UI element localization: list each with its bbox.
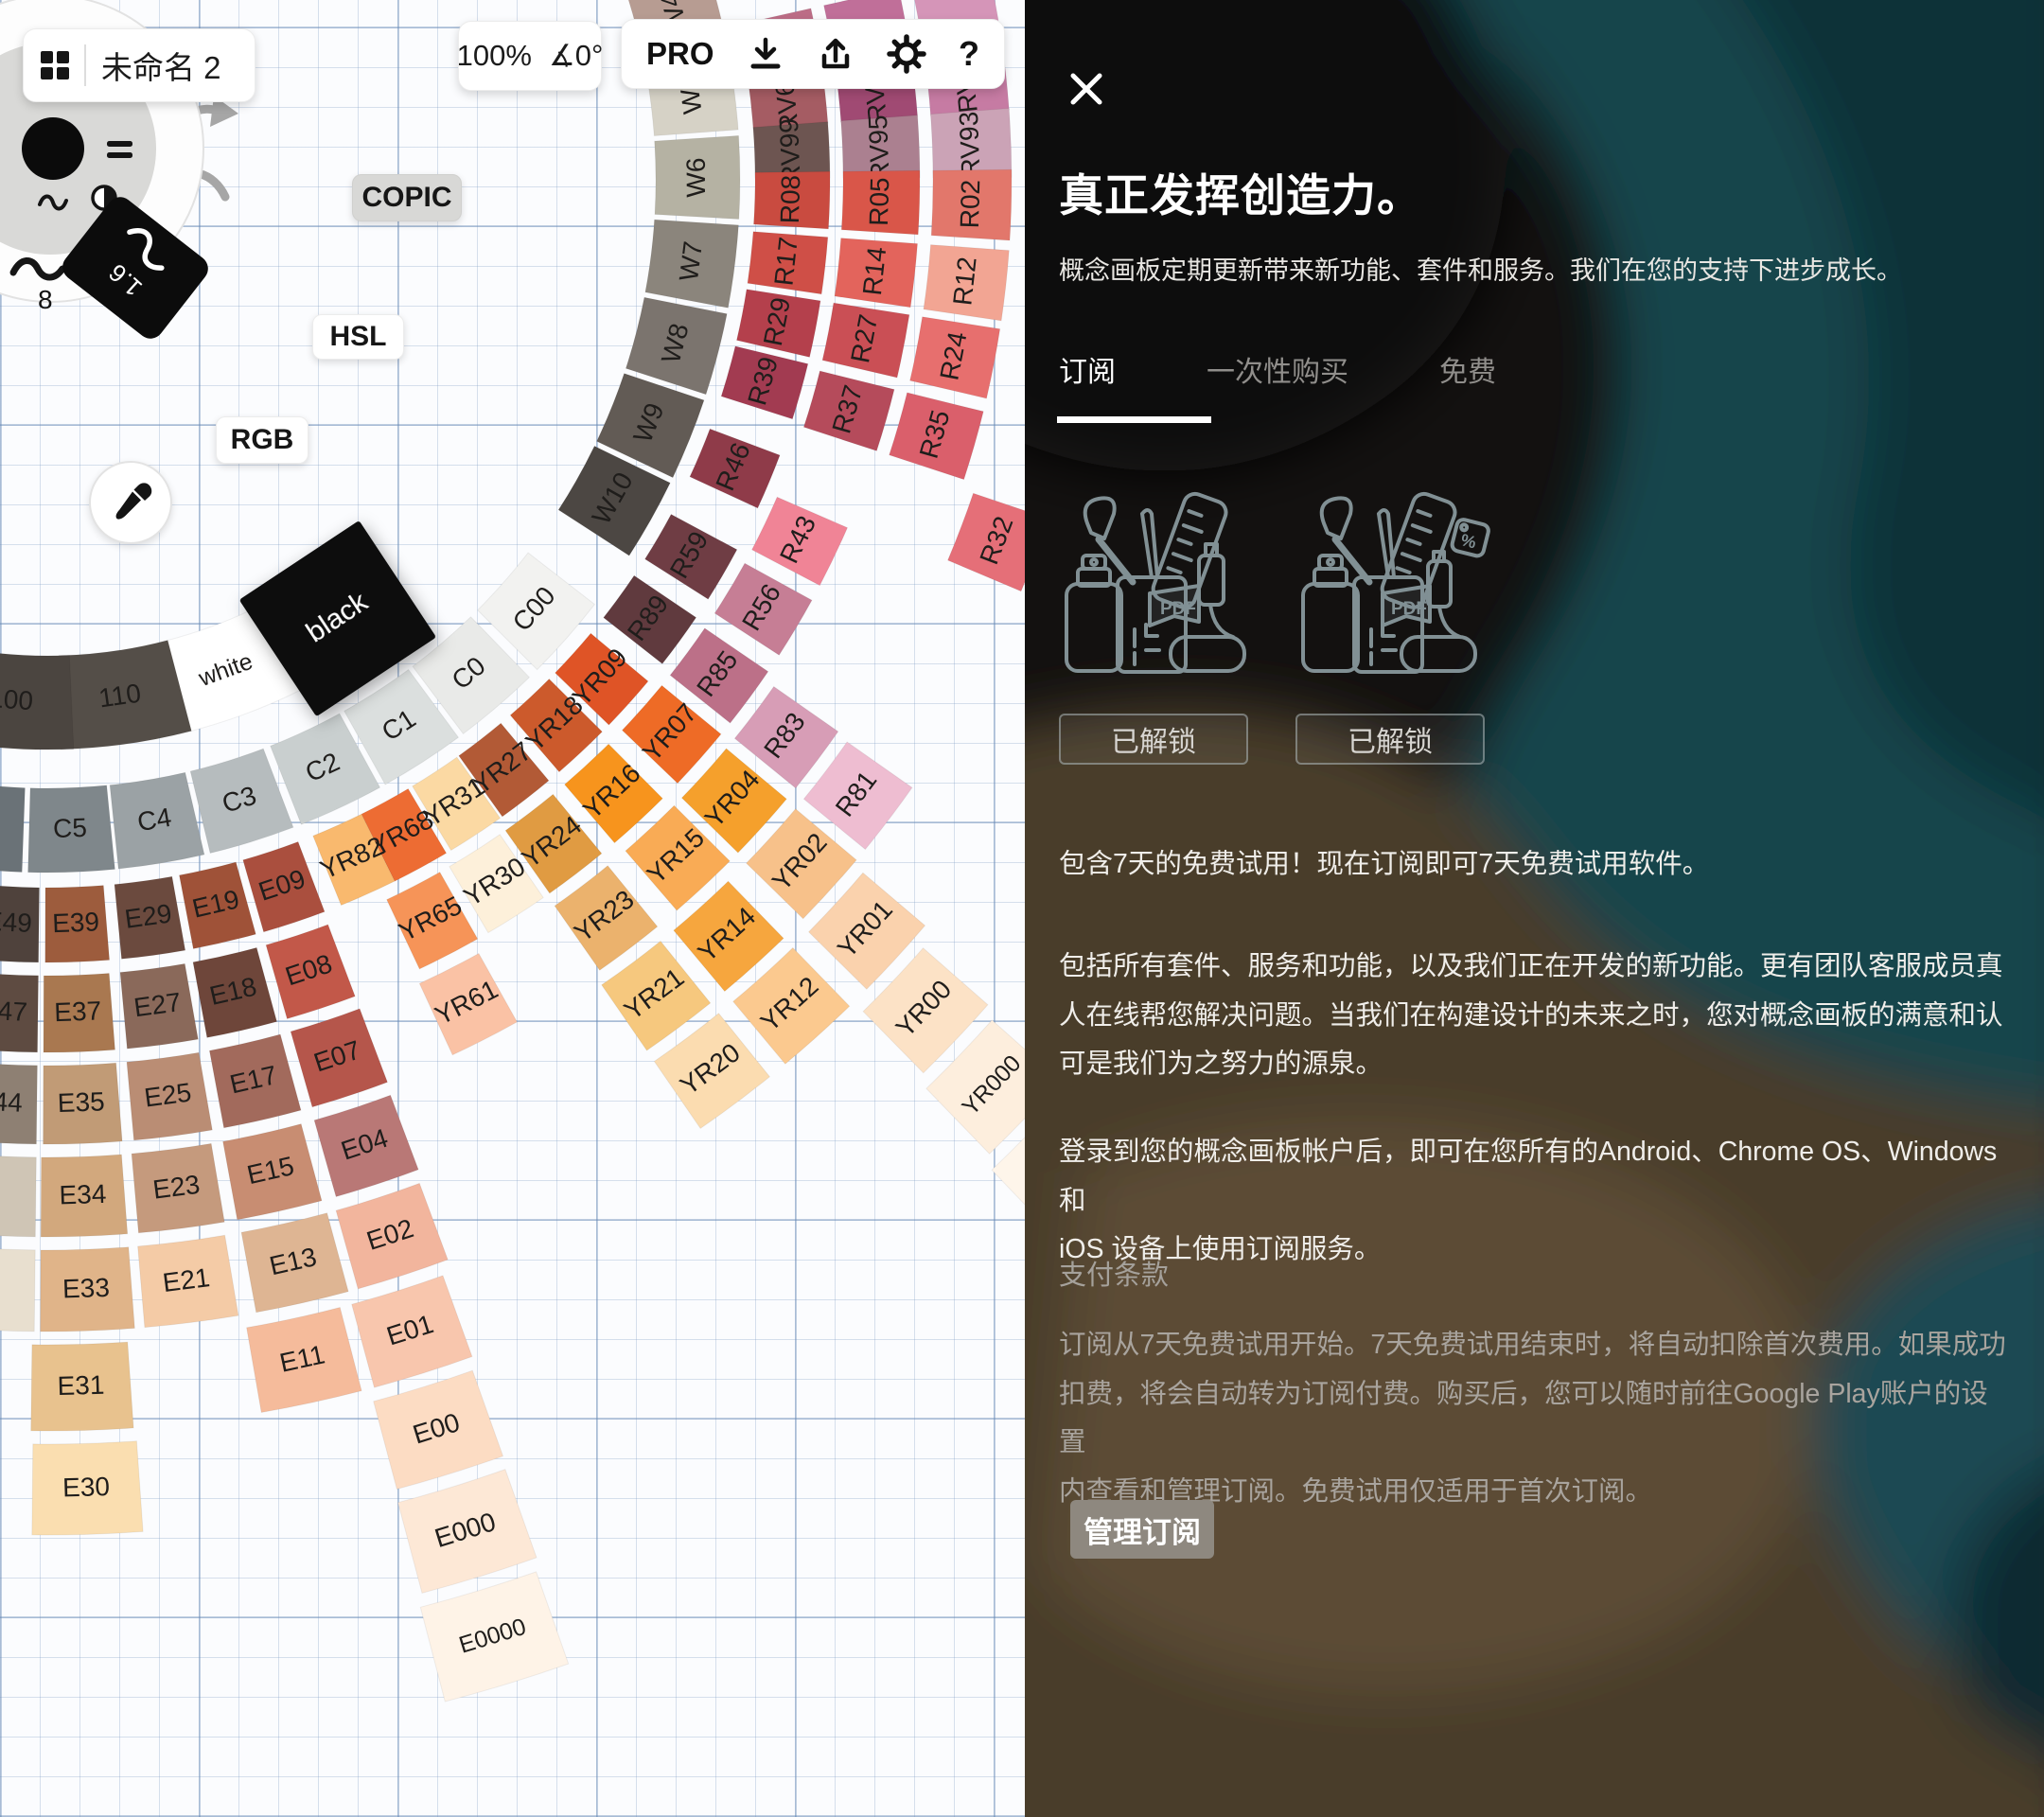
devices-paragraph: 登录到您的概念画板帐户后，即可在您所有的Android、Chrome OS、Wi… bbox=[1059, 1128, 2015, 1275]
mode-copic-button[interactable]: COPIC bbox=[352, 174, 462, 221]
copic-swatch-label: R02 bbox=[955, 179, 985, 228]
unlocked-button-1[interactable]: 已解锁 bbox=[1059, 714, 1248, 765]
copic-swatch-label: E34 bbox=[59, 1179, 107, 1210]
gear-icon bbox=[887, 34, 926, 74]
concepts-app: W4W5W6W7W8W9W10C00C0C1C2C3C4C5white11010… bbox=[0, 0, 2044, 1817]
document-menu[interactable]: 未命名 2 bbox=[23, 28, 256, 102]
svg-text:%: % bbox=[1459, 530, 1478, 552]
document-title[interactable]: 未命名 2 bbox=[101, 43, 221, 88]
svg-text:PDF: PDF bbox=[1160, 599, 1196, 619]
copic-swatch-label: E37 bbox=[54, 996, 102, 1027]
copic-swatch-label: R17 bbox=[768, 236, 802, 287]
copic-swatch-label: E44 bbox=[0, 1085, 24, 1118]
copic-swatch-label: E49 bbox=[0, 907, 33, 939]
payment-terms-heading: 支付条款 bbox=[1059, 1253, 1169, 1293]
copic-swatch-label: E30 bbox=[62, 1472, 111, 1502]
svg-text:PDF: PDF bbox=[1391, 599, 1427, 619]
trial-paragraph: 包含7天的免费试用！现在订阅即可7天免费试用软件。 bbox=[1059, 840, 2015, 890]
product-row: PDF 已解锁 bbox=[1059, 487, 1494, 765]
copic-swatch-label: R08 bbox=[775, 174, 805, 223]
settings-button[interactable] bbox=[887, 34, 926, 74]
close-icon bbox=[1066, 68, 1107, 110]
canvas-pane[interactable]: W4W5W6W7W8W9W10C00C0C1C2C3C4C5white11010… bbox=[0, 0, 1025, 1817]
copic-swatch-label: RV93 bbox=[954, 111, 986, 178]
tab-one-time-purchase[interactable]: 一次性购买 bbox=[1207, 348, 1348, 390]
copic-swatch-label: 110 bbox=[97, 679, 143, 714]
discount-tag-icon: % bbox=[1451, 519, 1489, 557]
copic-swatch-partial[interactable] bbox=[0, 1154, 36, 1237]
copic-swatch-label: 100 bbox=[0, 683, 34, 715]
eyedropper-icon bbox=[107, 479, 154, 526]
copic-swatch-label: E23 bbox=[151, 1170, 202, 1205]
copic-swatch-label: E39 bbox=[52, 907, 100, 938]
copic-swatch-label: E31 bbox=[57, 1370, 105, 1401]
copic-swatch-label: W7 bbox=[674, 239, 708, 283]
art-supplies-icon: PDF bbox=[1059, 487, 1258, 700]
copic-swatch-label: E47 bbox=[0, 995, 28, 1027]
share-icon bbox=[817, 35, 855, 73]
copic-swatch-label: R14 bbox=[857, 245, 891, 296]
copic-swatch-label: R05 bbox=[864, 177, 894, 226]
copic-swatch-label: W6 bbox=[681, 158, 711, 198]
download-icon bbox=[747, 35, 784, 73]
gallery-icon[interactable] bbox=[41, 51, 69, 79]
copic-swatch-label: R12 bbox=[947, 256, 981, 307]
tab-free[interactable]: 免费 bbox=[1439, 348, 1496, 390]
payment-terms-text: 订阅从7天免费试用开始。7天免费试用结束时，将自动扣除首次费用。如果成功 扣费，… bbox=[1059, 1321, 2015, 1516]
copic-swatch-label: E25 bbox=[143, 1077, 193, 1112]
pro-badge[interactable]: PRO bbox=[646, 36, 714, 72]
eyedropper-button[interactable] bbox=[89, 461, 172, 544]
dialog-title: 真正发挥创造力。 bbox=[1059, 159, 1422, 224]
product-unlocked-1: PDF 已解锁 bbox=[1059, 487, 1258, 765]
zoom-level[interactable]: 100% bbox=[457, 39, 532, 73]
tool-size-label: 8 bbox=[38, 285, 53, 314]
tab-subscribe[interactable]: 订阅 bbox=[1059, 348, 1116, 390]
unlocked-button-2[interactable]: 已解锁 bbox=[1295, 714, 1485, 765]
mode-hsl-button[interactable]: HSL bbox=[312, 314, 404, 360]
current-color-dot[interactable] bbox=[22, 117, 84, 180]
copic-swatch-label: C5 bbox=[52, 813, 87, 843]
subscription-dialog: 真正发挥创造力。 概念画板定期更新带来新功能、套件和服务。我们在您的支持下进步成… bbox=[1025, 0, 2044, 1817]
copic-swatch-label: E33 bbox=[62, 1273, 110, 1304]
plan-tabs: 订阅 一次性购买 免费 bbox=[1059, 348, 1587, 390]
main-toolbar: PRO bbox=[621, 19, 1005, 89]
copic-color-wheel: W4W5W6W7W8W9W10C00C0C1C2C3C4C5white11010… bbox=[0, 0, 1025, 1817]
copic-swatch-partial[interactable] bbox=[0, 1245, 35, 1332]
copic-swatch-label: E21 bbox=[161, 1262, 211, 1297]
features-paragraph: 包括所有套件、服务和功能，以及我们正在开发的新功能。更有团队客服成员真 人在线帮… bbox=[1059, 943, 2015, 1089]
divider bbox=[84, 44, 86, 86]
close-button[interactable] bbox=[1063, 66, 1110, 114]
import-button[interactable] bbox=[747, 35, 784, 73]
art-supplies-discount-icon: PDF % bbox=[1295, 487, 1494, 700]
dialog-subtitle: 概念画板定期更新带来新功能、套件和服务。我们在您的支持下进步成长。 bbox=[1059, 250, 2005, 287]
zoom-rotation-control[interactable]: 100% ∡0° bbox=[458, 21, 602, 91]
product-unlocked-2: PDF % 已解锁 bbox=[1295, 487, 1494, 765]
copic-swatch-label: E35 bbox=[57, 1086, 105, 1118]
copic-swatch-label: C4 bbox=[135, 803, 173, 837]
help-button[interactable]: ? bbox=[959, 34, 979, 74]
manage-subscription-button[interactable]: 管理订阅 bbox=[1070, 1500, 1214, 1559]
mode-rgb-button[interactable]: RGB bbox=[216, 416, 308, 464]
active-tab-underline bbox=[1057, 416, 1211, 423]
copic-swatch-label: E27 bbox=[132, 987, 183, 1022]
rotation-angle[interactable]: ∡0° bbox=[549, 39, 603, 73]
export-button[interactable] bbox=[817, 35, 855, 73]
copic-swatch-partial[interactable] bbox=[0, 781, 25, 873]
